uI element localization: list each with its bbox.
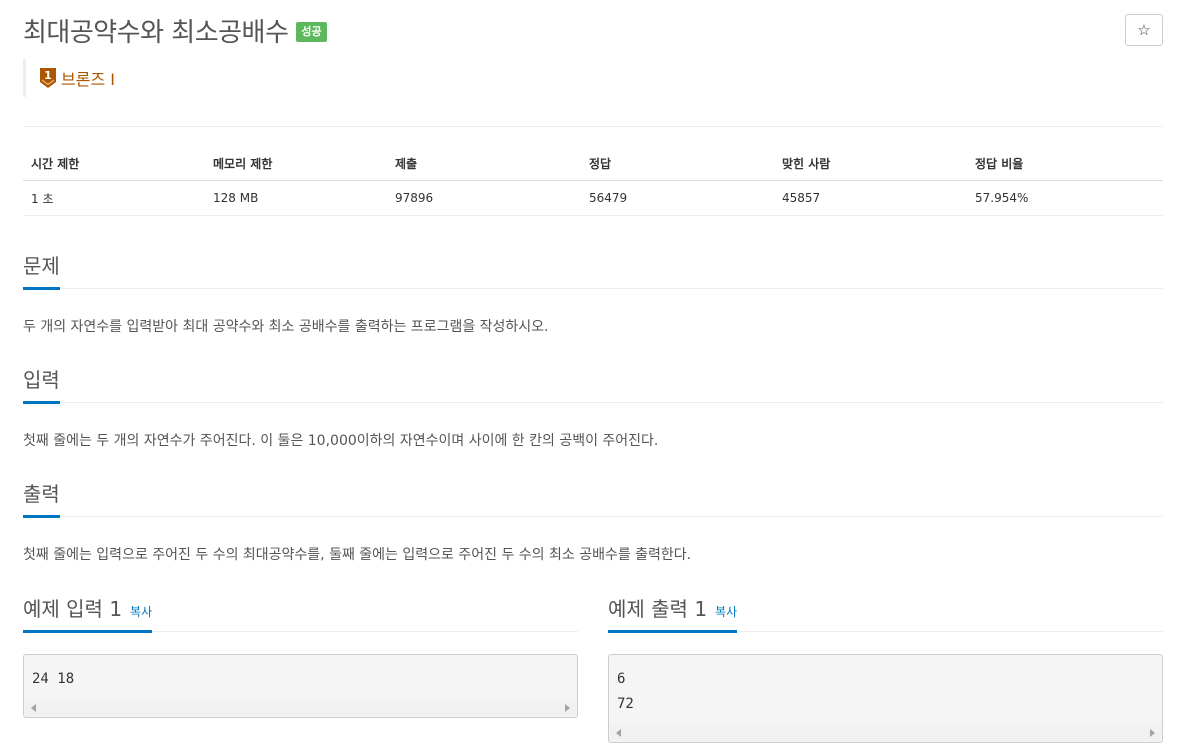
memory-limit-value: 128 MB [205,180,387,216]
sample-output-header: 예제 출력 1 복사 [608,593,1163,633]
sample-output-scrollbar[interactable] [610,724,1161,741]
section-input-header: 입력 [23,364,1163,404]
sample-output-title: 예제 출력 1 복사 [608,593,738,633]
header-solved-users: 맞힌 사람 [774,146,967,181]
section-input-text: 첫째 줄에는 두 개의 자연수가 주어진다. 이 둘은 10,000이하의 자연… [23,433,659,449]
copy-sample-output-button[interactable]: 복사 [715,605,737,619]
submissions-value[interactable]: 97896 [387,180,581,216]
section-description-header: 문제 [23,250,1163,290]
status-badge: 성공 [296,22,327,42]
time-limit-value: 1 초 [23,180,205,216]
header-time-limit: 시간 제한 [23,146,205,181]
section-output-text: 첫째 줄에는 입력으로 주어진 두 수의 최대공약수를, 둘째 줄에는 입력으로… [23,547,692,563]
section-output-header: 출력 [23,478,1163,518]
header-accept-ratio: 정답 비율 [967,146,1163,181]
scroll-left-icon[interactable] [616,729,621,737]
title-row: 최대공약수와 최소공배수 성공 [23,10,327,50]
header-submissions: 제출 [387,146,581,181]
scroll-right-icon[interactable] [1150,729,1155,737]
bronze-tier-icon: 1 [40,68,56,88]
problem-info-table: 시간 제한 메모리 제한 제출 정답 맞힌 사람 정답 비율 1 초 128 M… [23,146,1163,216]
tier-label: 브론즈 I [61,70,115,89]
section-output-title: 출력 [23,478,60,518]
divider [23,126,1163,127]
header-accepted: 정답 [581,146,774,181]
scroll-left-icon[interactable] [31,704,36,712]
sample-output-block: 예제 출력 1 복사 6 72 [608,593,1163,753]
scroll-right-icon[interactable] [565,704,570,712]
sample-input-box[interactable]: 24 18 [23,654,578,718]
star-icon: ☆ [1137,21,1151,39]
solved-users-value[interactable]: 45857 [774,180,967,216]
accepted-value[interactable]: 56479 [581,180,774,216]
section-description-text: 두 개의 자연수를 입력받아 최대 공약수와 최소 공배수를 출력하는 프로그램… [23,319,549,335]
copy-sample-input-button[interactable]: 복사 [130,605,152,619]
tier-info[interactable]: 1 브론즈 I [23,59,115,97]
favorite-star-button[interactable]: ☆ [1125,14,1163,46]
info-header-row: 시간 제한 메모리 제한 제출 정답 맞힌 사람 정답 비율 [23,146,1163,181]
sample-input-scrollbar[interactable] [25,699,576,716]
sample-output-box[interactable]: 6 72 [608,654,1163,743]
sample-input-content: 24 18 [32,671,75,687]
accept-ratio-value: 57.954% [967,180,1163,216]
section-input-title: 입력 [23,364,60,404]
header-memory-limit: 메모리 제한 [205,146,387,181]
sample-input-title-text: 예제 입력 1 [23,597,123,621]
sample-input-block: 예제 입력 1 복사 24 18 [23,593,578,723]
info-value-row: 1 초 128 MB 97896 56479 45857 57.954% [23,180,1163,216]
sample-output-title-text: 예제 출력 1 [608,597,708,621]
sample-input-title: 예제 입력 1 복사 [23,593,153,633]
sample-input-header: 예제 입력 1 복사 [23,593,578,633]
tier-number: 1 [44,69,52,82]
sample-output-content: 6 72 [617,671,634,712]
problem-title: 최대공약수와 최소공배수 [23,17,289,48]
section-description-title: 문제 [23,250,60,290]
